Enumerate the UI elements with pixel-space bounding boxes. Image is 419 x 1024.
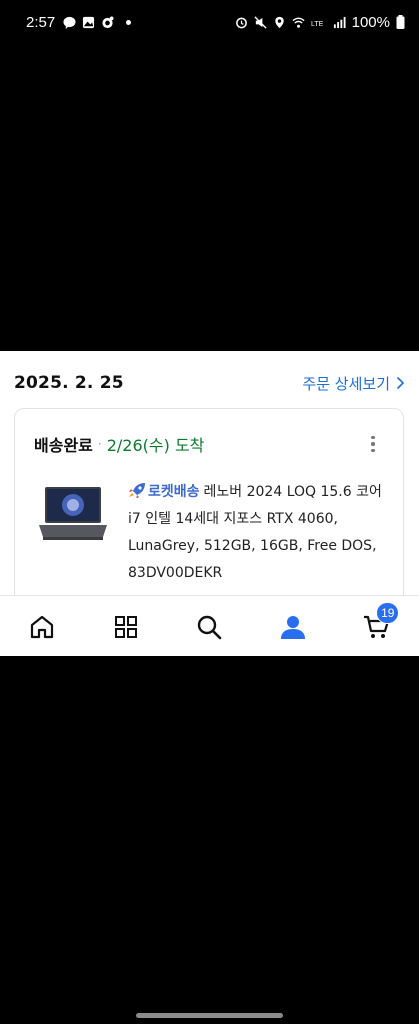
delivery-status-label: 배송완료 — [34, 436, 93, 455]
search-icon — [198, 615, 222, 639]
status-time: 2:57 — [26, 13, 56, 31]
mute-icon — [254, 15, 267, 29]
bottom-nav: 19 — [0, 595, 419, 656]
nav-my-page[interactable] — [263, 603, 323, 651]
nav-cart[interactable]: 19 — [347, 601, 407, 651]
home-icon — [30, 615, 53, 638]
product-thumbnail[interactable] — [37, 485, 109, 547]
my-page-icon — [281, 615, 306, 639]
talk-icon — [63, 16, 76, 29]
rocket-delivery-label: 로켓배송 — [148, 484, 200, 500]
delivery-status-row: 배송완료 · 2/26(수) 도착 — [34, 432, 383, 456]
rocket-icon — [129, 483, 145, 498]
app-panel: 2025. 2. 25 주문 상세보기 배송완료 · 2/26(수) 도착 로켓… — [0, 351, 419, 656]
product-title[interactable]: 로켓배송 레노버 2024 LOQ 15.6 코어 i7 인텔 14세대 지포스 … — [128, 479, 390, 587]
chevron-right-icon — [396, 376, 405, 390]
gallery-icon — [83, 16, 95, 28]
home-indicator[interactable] — [136, 1013, 283, 1018]
category-icon — [114, 615, 137, 638]
dot-icon — [126, 19, 132, 25]
order-header: 2025. 2. 25 주문 상세보기 — [14, 369, 405, 397]
location-icon — [274, 16, 284, 28]
order-detail-label: 주문 상세보기 — [302, 374, 390, 393]
nav-category[interactable] — [96, 603, 156, 651]
status-bar: 2:57 LTE 100% — [0, 0, 419, 44]
more-options-button[interactable] — [363, 432, 383, 456]
wifi-icon — [292, 17, 305, 28]
nav-home[interactable] — [12, 603, 72, 651]
settings-icon — [102, 15, 114, 28]
battery-percent: 100% — [351, 13, 390, 31]
alarm-icon — [235, 17, 247, 28]
order-detail-link[interactable]: 주문 상세보기 — [302, 373, 405, 394]
nav-search[interactable] — [179, 603, 239, 651]
status-separator: · — [97, 437, 102, 451]
order-date: 2025. 2. 25 — [14, 373, 124, 393]
signal-icon — [333, 16, 346, 28]
battery-icon — [396, 15, 405, 29]
cart-count-badge: 19 — [376, 601, 400, 624]
lte-icon: LTE — [311, 21, 324, 28]
svg-text:LTE: LTE — [311, 21, 324, 28]
delivery-date: 2/26(수) 도착 — [106, 436, 205, 455]
